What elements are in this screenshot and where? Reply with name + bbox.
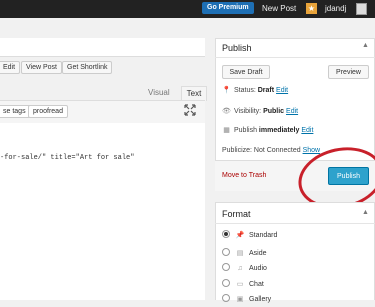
- eye-icon: 👁: [222, 108, 231, 115]
- radio-button[interactable]: [222, 263, 230, 272]
- title-field[interactable]: [0, 38, 205, 57]
- calendar-icon: ▦: [223, 127, 230, 134]
- radio-button[interactable]: [222, 230, 230, 239]
- new-post-link[interactable]: New Post: [262, 0, 296, 18]
- admin-bar: [0, 0, 375, 18]
- tab-visual[interactable]: Visual: [148, 88, 170, 97]
- document-icon: ▤: [236, 250, 244, 257]
- visibility-row: 👁 Visibility: Public Edit: [222, 106, 298, 118]
- music-icon: ♫: [237, 265, 243, 272]
- collapse-caret-icon[interactable]: ▲: [362, 42, 369, 49]
- get-shortlink-button[interactable]: Get Shortlink: [62, 61, 113, 74]
- schedule-value: immediately: [258, 127, 300, 134]
- quicktag-proofread-button[interactable]: proofread: [28, 105, 68, 118]
- divider: [215, 57, 375, 58]
- format-option-standard[interactable]: 📌 Standard: [222, 229, 277, 243]
- pin-icon: 📍: [222, 87, 231, 94]
- format-option-audio[interactable]: ♫ Audio: [222, 262, 267, 276]
- username[interactable]: jdandj: [325, 0, 346, 18]
- divider: [215, 223, 375, 224]
- move-to-trash-link[interactable]: Move to Trash: [222, 172, 266, 179]
- chat-icon: ▭: [236, 281, 244, 288]
- edit-visibility-link[interactable]: Edit: [286, 108, 298, 115]
- tab-text[interactable]: Text: [181, 86, 207, 101]
- preview-button[interactable]: Preview: [328, 65, 369, 79]
- publish-box-title: Publish: [222, 43, 252, 53]
- pin-icon: 📌: [235, 232, 245, 239]
- format-option-chat[interactable]: ▭ Chat: [222, 278, 264, 292]
- collapse-caret-icon[interactable]: ▲: [362, 209, 369, 216]
- status-value: Draft: [257, 87, 275, 94]
- save-draft-button[interactable]: Save Draft: [222, 65, 270, 79]
- code-line: -for-sale/" title="Art for sale": [0, 154, 135, 162]
- text-editor-area[interactable]: [0, 123, 205, 300]
- visibility-value: Public: [263, 108, 285, 115]
- radio-button[interactable]: [222, 248, 230, 257]
- gallery-icon: ▣: [236, 296, 244, 303]
- view-post-button[interactable]: View Post: [21, 61, 62, 74]
- expand-icon[interactable]: [184, 104, 196, 116]
- avatar[interactable]: [356, 3, 367, 15]
- schedule-row: ▦ Publish immediately Edit: [222, 125, 313, 137]
- radio-button[interactable]: [222, 294, 230, 303]
- quicktag-close-tags-button[interactable]: se tags: [0, 105, 31, 118]
- edit-schedule-link[interactable]: Edit: [301, 127, 313, 134]
- status-row: 📍 Status: Draft Edit: [222, 85, 288, 97]
- radio-button[interactable]: [222, 279, 230, 288]
- publish-button[interactable]: Publish: [328, 167, 369, 185]
- edit-status-link[interactable]: Edit: [276, 87, 288, 94]
- publicize-row: Publicize: Not Connected Show: [222, 147, 321, 154]
- format-option-aside[interactable]: ▤ Aside: [222, 247, 267, 261]
- format-box-title: Format: [222, 209, 251, 219]
- star-icon[interactable]: ★: [306, 3, 317, 14]
- publicize-show-link[interactable]: Show: [303, 147, 321, 154]
- format-option-gallery[interactable]: ▣ Gallery: [222, 293, 271, 307]
- edit-permalink-button[interactable]: Edit: [0, 61, 21, 74]
- go-premium-button[interactable]: Go Premium: [202, 2, 254, 14]
